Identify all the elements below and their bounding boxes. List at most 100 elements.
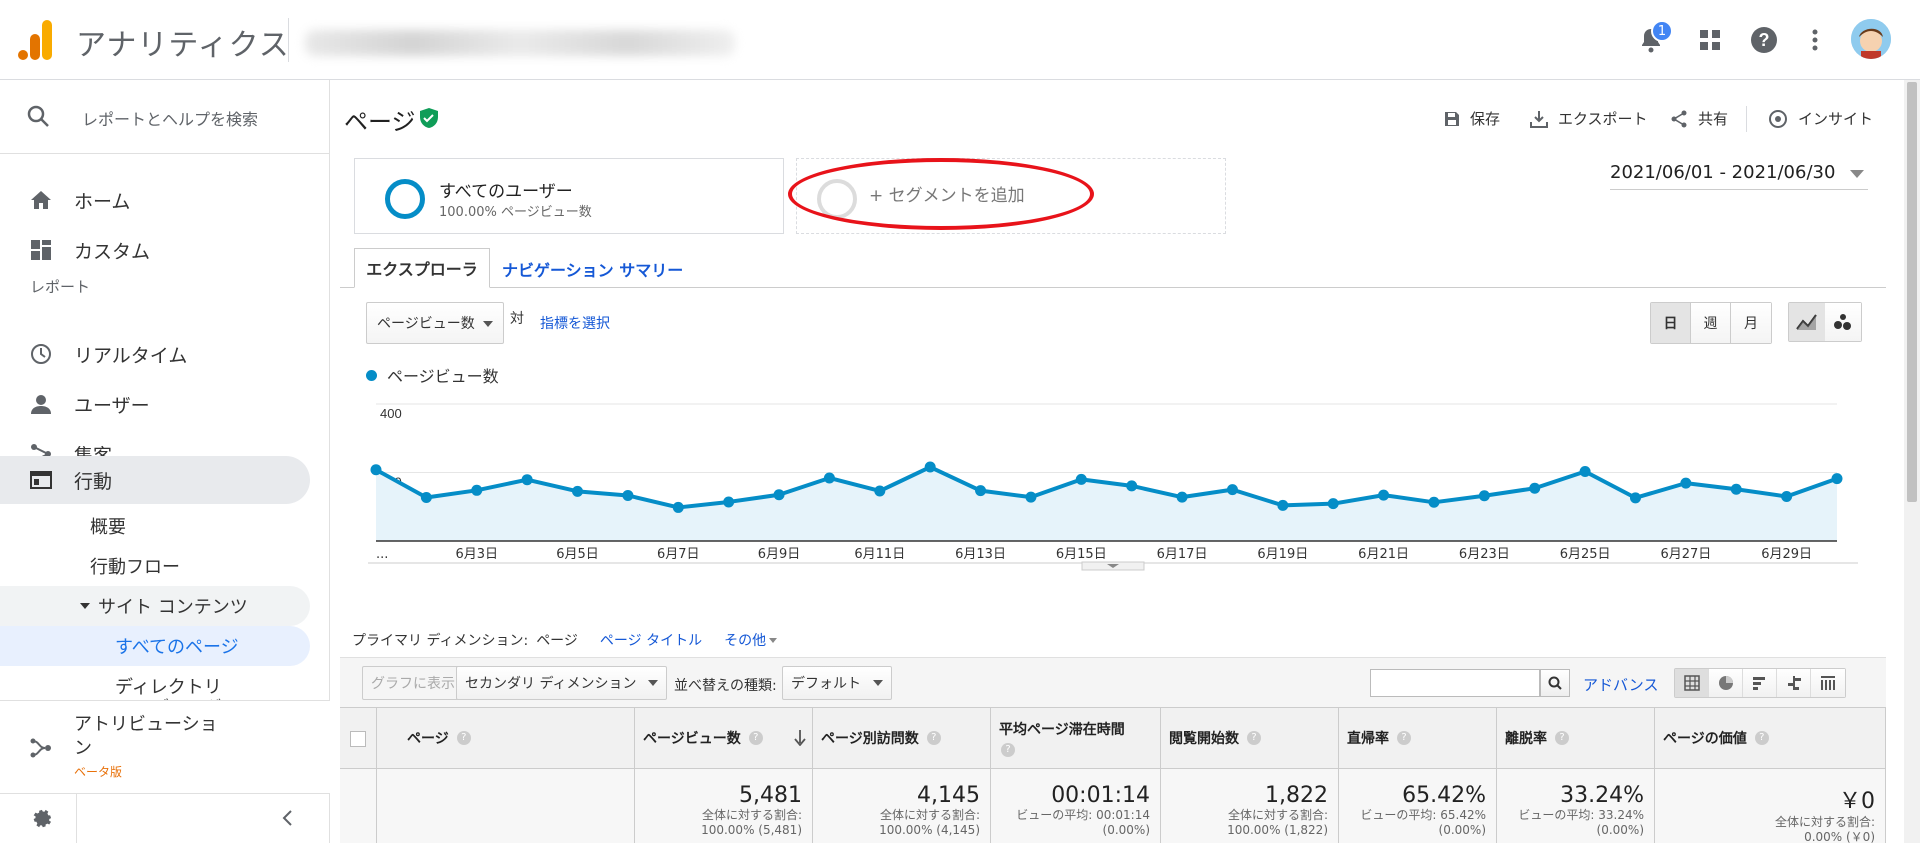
help-icon[interactable]: ? [1746,22,1782,58]
data-point [1176,491,1188,503]
select-metric-link[interactable]: 指標を選択 [540,313,610,333]
sidebar-footer [0,793,330,843]
primary-dimension-page[interactable]: ページ [536,630,578,650]
sidebar-item-label: サイト コンテンツ [98,597,248,618]
primary-dimension-page-title-link[interactable]: ページ タイトル [600,630,702,650]
share-label: 共有 [1698,110,1729,128]
help-icon[interactable]: ? [748,731,763,745]
column-header-label: 平均ページ滞在時間 [999,722,1125,738]
sidebar-search[interactable]: レポートとヘルプを検索 [0,80,330,154]
sidebar-item-all-pages[interactable]: すべてのページ [115,626,239,666]
sidebar-item-site-content[interactable]: サイト コンテンツ [80,586,248,626]
segment-all-users[interactable]: すべてのユーザー 100.00% ページビュー数 [354,158,784,234]
secondary-dimension-dropdown[interactable]: セカンダリ ディメンション [456,666,668,700]
analytics-logo-icon [18,20,52,60]
primary-dimension-other-link[interactable]: その他 [724,630,778,650]
insight-label: インサイト [1798,110,1874,128]
more-vert-icon[interactable] [1797,22,1833,58]
table-view-pivot-icon[interactable] [1811,669,1845,697]
sidebar-item-custom[interactable]: カスタム [0,226,310,274]
total-note: 全体に対する割合: [701,808,802,822]
share-button[interactable]: 共有 [1670,108,1728,129]
sort-type-dropdown[interactable]: デフォルト [782,666,892,700]
chart-type-toggle [1788,302,1862,342]
sidebar-item-behavior[interactable]: 行動 [0,456,310,504]
sidebar-item-overview[interactable]: 概要 [90,506,126,546]
user-avatar[interactable] [1851,19,1891,59]
metric-dropdown-label: ページビュー数 [377,316,475,332]
page-title: ページ [344,108,416,136]
help-icon[interactable]: ? [1555,731,1569,745]
tab-navigation-summary[interactable]: ナビゲーション サマリー [502,257,683,281]
help-icon[interactable]: ? [1247,731,1261,745]
column-header-page[interactable]: ページ? [376,708,634,768]
help-icon[interactable]: ? [926,731,941,745]
x-tick-label: 6月7日 [657,547,700,562]
sidebar-item-home[interactable]: ホーム [0,176,310,224]
column-header-entrances[interactable]: 閲覧開始数? [1160,708,1338,768]
totals-pageviews-cell: 5,481 全体に対する割合: 100.00% (5,481) [634,769,812,843]
data-point [823,472,835,484]
app-title: アナリティクス [76,28,290,63]
sidebar-item-behavior-flow[interactable]: 行動フロー [90,546,180,586]
collapse-chevron-icon[interactable] [282,810,292,826]
plot-rows-button[interactable]: グラフに表示 [362,666,464,700]
export-button[interactable]: エクスポート [1530,108,1648,129]
verified-shield-icon [420,108,438,128]
tabs-divider [340,287,1886,288]
column-header-page-value[interactable]: ページの価値? [1654,708,1886,768]
help-icon[interactable]: ? [456,731,471,745]
main-content: ページ 保存 エクスポート 共有 インサイト すべてのユーザー 100.00% … [340,80,1900,843]
column-header-label: 閲覧開始数 [1169,731,1239,747]
data-point [874,485,886,497]
sidebar-item-users[interactable]: ユーザー [0,380,310,428]
column-header-unique-pageviews[interactable]: ページ別訪問数? [812,708,990,768]
primary-dimension-bar: プライマリ ディメンション: ページ ページ タイトル その他 [352,630,778,650]
help-icon[interactable]: ? [1001,743,1015,757]
attribution-label: アトリビューション [74,714,218,759]
table-view-comparison-icon[interactable] [1777,669,1811,697]
table-view-performance-icon[interactable] [1743,669,1777,697]
save-button[interactable]: 保存 [1444,108,1500,129]
table-view-pie-icon[interactable] [1709,669,1743,697]
motion-chart-icon[interactable] [1825,303,1861,341]
advanced-filter-link[interactable]: アドバンス [1583,674,1658,695]
help-icon[interactable]: ? [1754,731,1769,745]
total-note: ビューの平均: 00:01:14 [1016,808,1150,822]
sort-type-value: デフォルト [791,676,861,692]
y-tick-label: 400 [380,406,402,421]
x-tick-label: 6月21日 [1358,547,1409,562]
help-icon[interactable]: ? [1397,731,1411,745]
x-tick-label: 6月19日 [1257,547,1308,562]
column-header-exit-rate[interactable]: 離脱率? [1496,708,1654,768]
table-view-data-icon[interactable] [1675,669,1709,697]
select-all-checkbox[interactable] [350,731,366,747]
column-header-bounce-rate[interactable]: 直帰率? [1338,708,1496,768]
x-tick-label: 6月9日 [758,547,801,562]
column-header-pageviews[interactable]: ページビュー数? [634,708,812,768]
period-month-button[interactable]: 月 [1731,303,1771,343]
data-point [1126,480,1138,492]
primary-dimension-label: プライマリ ディメンション: [352,633,529,649]
export-label: エクスポート [1558,110,1648,128]
table-search-button[interactable] [1540,669,1570,697]
column-header-avg-time[interactable]: 平均ページ滞在時間? [990,708,1160,768]
column-header-label: 離脱率 [1505,731,1547,747]
account-selector[interactable] [305,30,735,56]
sidebar-item-realtime[interactable]: リアルタイム [0,330,310,378]
period-week-button[interactable]: 週 [1691,303,1731,343]
section-label-reports: レポート [30,278,91,296]
insight-button[interactable]: インサイト [1768,108,1873,129]
tab-explorer[interactable]: エクスプローラ [354,248,490,288]
date-range-picker[interactable]: 2021/06/01 - 2021/06/30 [1610,162,1868,190]
page-scrollbar[interactable] [1904,80,1920,843]
metric-dropdown[interactable]: ページビュー数 [366,302,504,344]
table-search-input[interactable] [1370,669,1540,697]
line-chart-icon[interactable] [1789,303,1825,341]
apps-grid-icon[interactable] [1692,22,1728,58]
sidebar-item-attribution[interactable]: アトリビューション ベータ版 [0,700,330,794]
date-range-label: 2021/06/01 - 2021/06/30 [1610,162,1836,183]
gear-icon[interactable] [30,808,52,830]
period-day-button[interactable]: 日 [1651,303,1691,343]
scrollbar-thumb[interactable] [1907,82,1917,502]
